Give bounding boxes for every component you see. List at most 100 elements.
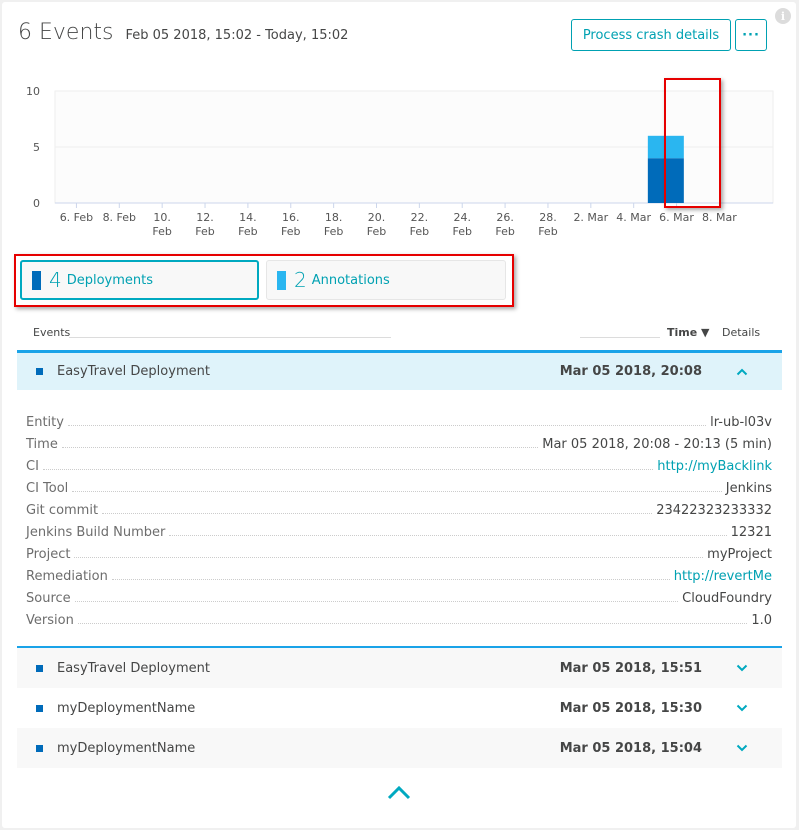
- detail-value: lr-ub-l03v: [710, 415, 772, 430]
- detail-key: Project: [26, 547, 71, 562]
- dot-leader: [102, 513, 653, 514]
- dot-leader: [67, 425, 707, 426]
- detail-key: Entity: [26, 415, 64, 430]
- deployment-marker-icon: [36, 664, 43, 672]
- detail-value: 12321: [730, 525, 772, 540]
- event-time: Mar 05 2018, 15:30: [559, 700, 702, 716]
- column-events: Events: [33, 326, 71, 339]
- detail-key: Remediation: [26, 569, 108, 584]
- x-tick-label: Feb: [410, 225, 429, 238]
- card-header: 6 Events Feb 05 2018, 15:02 - Today, 15:…: [18, 20, 348, 45]
- x-tick-label: 28.: [539, 211, 557, 224]
- events-chart: 0510 6. Feb 8. Feb 10.Feb12.Feb14.Feb16.Fe…: [26, 85, 774, 238]
- dot-leader: [169, 535, 727, 536]
- detail-value: CloudFoundry: [682, 591, 772, 606]
- bar-deployments: [647, 158, 684, 203]
- x-tick-label: Feb: [152, 225, 171, 238]
- x-tick-label: 16.: [282, 211, 300, 224]
- table-header: Events Time ▼ Details: [17, 318, 782, 348]
- deployments-swatch: [32, 270, 41, 290]
- detail-row: CI Tool Jenkins: [26, 474, 772, 496]
- detail-row: Version 1.0: [26, 606, 772, 628]
- time-range: Feb 05 2018, 15:02 - Today, 15:02: [125, 28, 349, 43]
- event-row[interactable]: myDeploymentName Mar 05 2018, 15:30: [17, 688, 782, 728]
- event-name: EasyTravel Deployment: [57, 660, 210, 676]
- detail-row: Source CloudFoundry: [26, 584, 772, 606]
- x-tick-label: Feb: [367, 225, 386, 238]
- chevron-down-icon[interactable]: [735, 701, 749, 715]
- deployments-count: 4: [49, 268, 62, 292]
- chevron-up-icon[interactable]: [735, 365, 749, 379]
- x-tick-label: Feb: [238, 225, 257, 238]
- event-name: myDeploymentName: [57, 740, 196, 756]
- x-tick-label: 6. Feb: [60, 211, 93, 224]
- x-tick-label: Feb: [538, 225, 557, 238]
- dot-leader: [77, 623, 748, 624]
- more-options-button[interactable]: ···: [735, 19, 767, 51]
- y-tick-label: 0: [33, 197, 40, 210]
- dot-leader: [72, 491, 722, 492]
- event-time: Mar 05 2018, 15:51: [559, 660, 702, 676]
- detail-value: Jenkins: [725, 481, 772, 496]
- dot-leader: [111, 579, 670, 580]
- x-tick-label: 22.: [411, 211, 429, 224]
- dot-leader: [74, 601, 679, 602]
- detail-key: Jenkins Build Number: [26, 525, 166, 540]
- detail-row: CI http://myBacklink: [26, 452, 772, 474]
- info-icon[interactable]: i: [775, 8, 791, 24]
- annotations-label: Annotations: [311, 272, 390, 288]
- detail-key: CI Tool: [26, 481, 69, 496]
- detail-row: Git commit 23422323233332: [26, 496, 772, 518]
- remediation-link[interactable]: http://revertMe: [670, 569, 772, 584]
- x-tick-label: Feb: [452, 225, 471, 238]
- x-tick-label: Feb: [195, 225, 214, 238]
- x-tick-label: 8. Mar: [702, 211, 737, 224]
- event-time: Mar 05 2018, 15:04: [559, 740, 702, 756]
- x-tick-label: Feb: [495, 225, 514, 238]
- dot-leader: [42, 469, 654, 470]
- x-tick-label: 6. Mar: [659, 211, 694, 224]
- event-row[interactable]: EasyTravel Deployment Mar 05 2018, 15:51: [17, 648, 782, 688]
- x-tick-label: 18.: [325, 211, 343, 224]
- detail-row: Time Mar 05 2018, 20:08 - 20:13 (5 min): [26, 430, 772, 452]
- detail-row: Entity lr-ub-l03v: [26, 408, 772, 430]
- detail-key: Version: [26, 613, 74, 628]
- x-tick-label: 8. Feb: [103, 211, 136, 224]
- header-divider: [580, 337, 660, 338]
- event-details: Entity lr-ub-l03v Time Mar 05 2018, 20:08 …: [26, 408, 772, 628]
- detail-key: Time: [26, 437, 58, 452]
- x-tick-label: 26.: [496, 211, 514, 224]
- deployment-marker-icon: [36, 368, 43, 375]
- ci-link[interactable]: http://myBacklink: [653, 459, 772, 474]
- bar-annotations: [647, 135, 684, 159]
- annotations-count: 2: [294, 268, 307, 292]
- event-time: Mar 05 2018, 20:08: [559, 364, 702, 379]
- tab-deployments[interactable]: 4 Deployments: [20, 260, 259, 300]
- detail-key: CI: [26, 459, 39, 474]
- detail-value: Mar 05 2018, 20:08 - 20:13 (5 min): [542, 437, 772, 452]
- event-name: EasyTravel Deployment: [57, 364, 210, 379]
- annotations-swatch: [277, 270, 286, 290]
- event-name: myDeploymentName: [57, 700, 196, 716]
- x-tick-label: Feb: [281, 225, 300, 238]
- chevron-down-icon[interactable]: [735, 661, 749, 675]
- dot-leader: [61, 447, 539, 448]
- detail-key: Git commit: [26, 503, 99, 518]
- event-row[interactable]: EasyTravel Deployment Mar 05 2018, 20:08: [17, 350, 782, 390]
- x-tick-label: 10.: [153, 211, 171, 224]
- x-tick-label: 2. Mar: [573, 211, 608, 224]
- chevron-down-icon[interactable]: [735, 741, 749, 755]
- detail-value: 1.0: [751, 613, 772, 628]
- collapse-all-chevron-up-icon[interactable]: [386, 783, 412, 803]
- process-crash-details-button[interactable]: Process crash details: [571, 19, 731, 51]
- detail-row: Jenkins Build Number 12321: [26, 518, 772, 540]
- x-tick-label: 4. Mar: [616, 211, 651, 224]
- deployment-marker-icon: [36, 704, 43, 712]
- event-row[interactable]: myDeploymentName Mar 05 2018, 15:04: [17, 728, 782, 768]
- x-tick-label: 20.: [368, 211, 386, 224]
- x-tick-label: 14.: [239, 211, 257, 224]
- deployments-label: Deployments: [66, 272, 154, 288]
- column-time-sort[interactable]: Time ▼: [667, 326, 710, 339]
- detail-key: Source: [26, 591, 71, 606]
- tab-annotations[interactable]: 2 Annotations: [266, 260, 506, 300]
